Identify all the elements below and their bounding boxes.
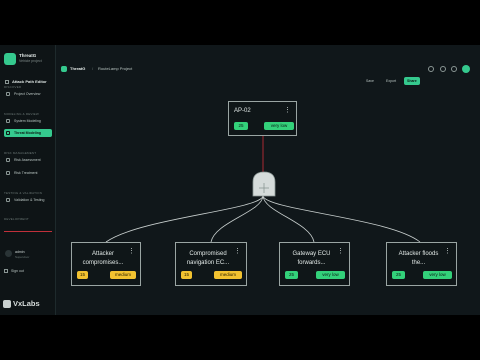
node-title: AP-02 <box>234 108 251 114</box>
score-badge: 25 <box>234 122 248 130</box>
score-badge: 15 <box>77 271 88 279</box>
and-gate-icon[interactable] <box>251 171 277 197</box>
child-node-4[interactable]: Attacker floods the... ⋮ 25 very low <box>386 242 457 286</box>
attack-tree-edges <box>105 136 421 243</box>
rating-badge: very low <box>264 122 294 130</box>
rating-badge: very low <box>423 271 452 279</box>
node-title: Attacker floods the... <box>398 251 439 266</box>
node-menu-icon[interactable]: ⋮ <box>284 107 291 114</box>
rating-badge: very low <box>316 271 345 279</box>
child-node-1[interactable]: Attacker compromises... ⋮ 15 medium <box>71 242 141 286</box>
edge-gate-child-1 <box>105 195 264 243</box>
child-node-2[interactable]: Compromised navigation EC... ⋮ 15 medium <box>175 242 247 286</box>
node-menu-icon[interactable]: ⋮ <box>234 248 241 255</box>
watermark-logo: VxLabs <box>3 299 40 309</box>
edge-gate-child-4 <box>262 195 421 243</box>
rating-badge: medium <box>214 271 242 279</box>
score-badge: 15 <box>181 271 192 279</box>
rating-badge: medium <box>110 271 136 279</box>
node-title: Attacker compromises... <box>82 251 124 266</box>
child-node-3[interactable]: Gateway ECU forwards... ⋮ 25 very low <box>279 242 350 286</box>
root-node[interactable]: AP-02 ⋮ 25 very low <box>228 101 297 136</box>
score-badge: 25 <box>285 271 298 279</box>
node-menu-icon[interactable]: ⋮ <box>128 248 135 255</box>
vxlabs-logo-icon <box>3 300 11 309</box>
node-menu-icon[interactable]: ⋮ <box>444 248 451 255</box>
node-title: Gateway ECU forwards... <box>292 251 331 266</box>
edge-gate-child-2 <box>210 195 264 243</box>
edge-gate-child-3 <box>262 195 315 243</box>
node-title: Compromised navigation EC... <box>186 251 230 266</box>
node-menu-icon[interactable]: ⋮ <box>337 248 344 255</box>
score-badge: 25 <box>392 271 405 279</box>
